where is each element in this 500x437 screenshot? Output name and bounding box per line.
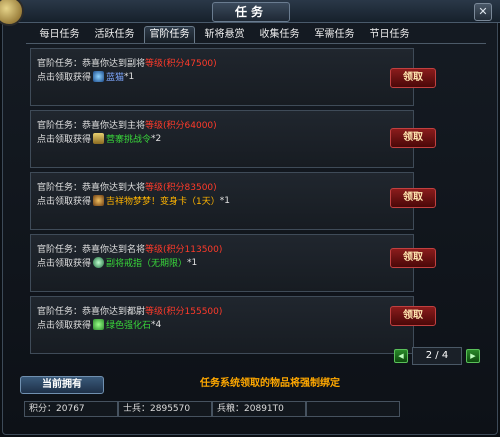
title-bar: 任务 ✕ (0, 0, 500, 26)
stat-empty (306, 401, 400, 417)
tab-active[interactable]: 活跃任务 (89, 26, 140, 43)
stat-value: 20767 (56, 404, 85, 414)
task-row: 官阶任务：恭喜你达到大将等级(积分83500) 点击领取获得 吉祥物梦梦！变身卡… (30, 172, 414, 230)
blue-orb-icon (93, 71, 105, 82)
page-indicator: 2 / 4 (412, 347, 462, 365)
task-row: 官阶任务：恭喜你达到主将等级(积分64000) 点击领取获得 营寨挑战令 *2 (30, 110, 414, 168)
tab-rank[interactable]: 官阶任务 (144, 26, 195, 43)
reward-item[interactable]: 蓝猫 (106, 70, 124, 83)
next-page-button[interactable]: ▶ (466, 349, 480, 363)
tab-collect[interactable]: 收集任务 (254, 26, 305, 43)
reward-item[interactable]: 营寨挑战令 (106, 132, 151, 145)
current-owned-button[interactable]: 当前拥有 (20, 376, 104, 394)
reward-qty: *1 (187, 257, 198, 268)
task-description: 官阶任务：恭喜你达到大将等级(积分83500) (37, 180, 217, 193)
task-grade: 等级(积分113500) (145, 245, 223, 255)
reward-qty: *1 (124, 71, 135, 82)
window-title: 任务 (212, 2, 290, 22)
task-grade: 等级(积分64000) (145, 121, 217, 131)
stat-soldiers: 士兵：2895570 (118, 401, 212, 417)
task-reward: 点击领取获得 蓝猫 *1 (37, 70, 134, 83)
task-prefix: 官阶任务：恭喜你达到副将 (37, 59, 146, 69)
task-description: 官阶任务：恭喜你达到都尉等级(积分155500) (37, 304, 222, 317)
stat-label: 士兵： (123, 404, 151, 414)
stat-label: 积分： (29, 404, 57, 414)
pet-icon (93, 195, 105, 206)
task-prefix: 官阶任务：恭喜你达到名将 (37, 245, 146, 255)
task-row: 官阶任务：恭喜你达到都尉等级(积分155500) 点击领取获得 绿色强化石 *4 (30, 296, 414, 354)
stat-value: 2895570 (150, 404, 191, 414)
task-reward: 点击领取获得 副将戒指（无期限） *1 (37, 256, 197, 269)
reward-prefix: 点击领取获得 (37, 259, 92, 269)
task-reward: 点击领取获得 绿色强化石 *4 (37, 318, 161, 331)
bind-notice: 任务系统领取的物品将强制绑定 (200, 378, 340, 389)
stat-points: 积分：20767 (24, 401, 118, 417)
claim-button[interactable]: 领取 (390, 68, 436, 88)
stat-label: 兵粮： (217, 404, 245, 414)
tab-divider (26, 43, 486, 44)
claim-button[interactable]: 领取 (390, 188, 436, 208)
tab-daily[interactable]: 每日任务 (34, 26, 85, 43)
stat-value: 20891T0 (244, 404, 284, 414)
reward-prefix: 点击领取获得 (37, 73, 92, 83)
claim-button[interactable]: 领取 (390, 128, 436, 148)
flag-icon (93, 133, 105, 144)
task-reward: 点击领取获得 吉祥物梦梦！变身卡（1天） *1 (37, 194, 230, 207)
task-grade: 等级(积分155500) (145, 307, 223, 317)
pager: ◀ 2 / 4 ▶ (394, 347, 480, 365)
task-grade: 等级(积分83500) (145, 183, 217, 193)
ring-icon (93, 257, 105, 268)
reward-item[interactable]: 吉祥物梦梦！变身卡（1天） (106, 194, 220, 207)
task-prefix: 官阶任务：恭喜你达到都尉 (37, 307, 146, 317)
reward-item[interactable]: 绿色强化石 (106, 318, 151, 331)
tab-supply[interactable]: 军需任务 (309, 26, 360, 43)
reward-qty: *1 (219, 195, 230, 206)
game-logo-icon (0, 0, 24, 26)
task-description: 官阶任务：恭喜你达到名将等级(积分113500) (37, 242, 222, 255)
reward-prefix: 点击领取获得 (37, 321, 92, 331)
task-prefix: 官阶任务：恭喜你达到主将 (37, 121, 146, 131)
reward-item[interactable]: 副将戒指（无期限） (106, 256, 187, 269)
reward-prefix: 点击领取获得 (37, 197, 92, 207)
reward-qty: *4 (151, 319, 162, 330)
reward-prefix: 点击领取获得 (37, 135, 92, 145)
claim-button[interactable]: 领取 (390, 248, 436, 268)
tab-festival[interactable]: 节日任务 (364, 26, 415, 43)
task-row: 官阶任务：恭喜你达到名将等级(积分113500) 点击领取获得 副将戒指（无期限… (30, 234, 414, 292)
task-description: 官阶任务：恭喜你达到主将等级(积分64000) (37, 118, 217, 131)
task-prefix: 官阶任务：恭喜你达到大将 (37, 183, 146, 193)
task-grade: 等级(积分47500) (145, 59, 217, 69)
task-reward: 点击领取获得 营寨挑战令 *2 (37, 132, 161, 145)
claim-button[interactable]: 领取 (390, 306, 436, 326)
reward-qty: *2 (151, 133, 162, 144)
task-description: 官阶任务：恭喜你达到副将等级(积分47500) (37, 56, 217, 69)
stat-rations: 兵粮：20891T0 (212, 401, 306, 417)
close-button[interactable]: ✕ (474, 3, 492, 21)
task-tabs: 每日任务 活跃任务 官阶任务 斩将悬赏 收集任务 军需任务 节日任务 (34, 26, 419, 44)
tab-bounty[interactable]: 斩将悬赏 (199, 26, 250, 43)
prev-page-button[interactable]: ◀ (394, 349, 408, 363)
gem-icon (93, 319, 105, 330)
task-row: 官阶任务：恭喜你达到副将等级(积分47500) 点击领取获得 蓝猫 *1 (30, 48, 414, 106)
